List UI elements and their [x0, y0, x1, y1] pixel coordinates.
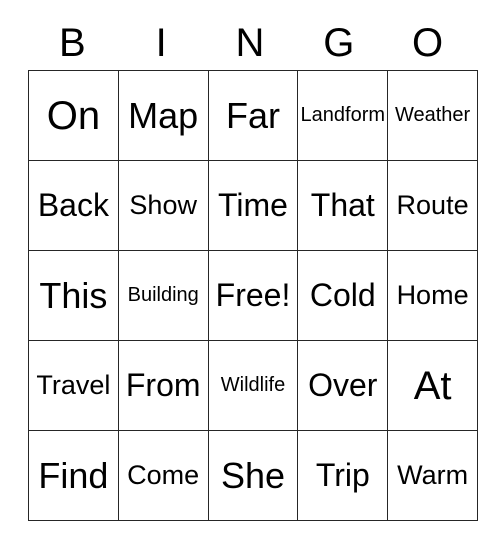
bingo-cell-free[interactable]: Free! [207, 250, 299, 341]
bingo-cell[interactable]: This [28, 250, 119, 341]
bingo-cell[interactable]: Find [28, 430, 119, 521]
bingo-cell-label: Cold [309, 276, 376, 313]
bingo-cell-label: Back [37, 186, 109, 223]
bingo-cell-label: Travel [36, 370, 111, 401]
bingo-cell-label: Route [396, 190, 469, 221]
header-letter-g: G [323, 21, 355, 65]
bingo-cell[interactable]: Over [297, 340, 389, 431]
bingo-cell-label: She [220, 454, 286, 496]
bingo-cell[interactable]: Building [117, 250, 209, 341]
bingo-cell-label: Come [127, 460, 200, 491]
bingo-cell[interactable]: From [117, 340, 209, 431]
bingo-cell[interactable]: At [387, 340, 478, 431]
bingo-cell[interactable]: Show [117, 160, 209, 251]
bingo-cell[interactable]: Warm [387, 430, 478, 521]
bingo-cell[interactable]: Wildlife [207, 340, 299, 431]
header-letter-i: I [155, 21, 167, 65]
bingo-cell-label: Wildlife [220, 374, 286, 396]
bingo-row: This Building Free! Cold Home [28, 250, 478, 341]
bingo-cell-label: Map [128, 94, 199, 136]
bingo-cell-label: Time [218, 186, 288, 223]
bingo-cell[interactable]: Cold [297, 250, 389, 341]
bingo-cell[interactable]: Time [207, 160, 299, 251]
bingo-cell[interactable]: Trip [297, 430, 389, 521]
bingo-row: Find Come She Trip Warm [28, 430, 478, 521]
bingo-row: On Map Far Landform Weather [28, 70, 478, 161]
bingo-cell-label: On [46, 93, 101, 138]
bingo-cell[interactable]: Map [117, 70, 209, 161]
bingo-cell[interactable]: Weather [387, 70, 478, 161]
bingo-cell-label: Landform [300, 104, 386, 126]
bingo-cell[interactable]: Far [207, 70, 299, 161]
header-letter-o: O [412, 21, 444, 65]
bingo-header-row: B I N G O [28, 16, 472, 70]
bingo-cell-label: Over [308, 366, 378, 403]
bingo-cell[interactable]: Come [117, 430, 209, 521]
bingo-cell[interactable]: That [297, 160, 389, 251]
bingo-cell[interactable]: Landform [297, 70, 389, 161]
bingo-cell-label: Show [129, 190, 197, 221]
bingo-card: B I N G O On Map Far Landform Weather Ba… [28, 16, 478, 521]
bingo-cell-label: Warm [397, 460, 469, 491]
bingo-cell[interactable]: She [207, 430, 299, 521]
bingo-cell-label: Find [38, 454, 109, 496]
header-letter-b: B [59, 21, 86, 65]
bingo-cell-label: Trip [315, 456, 370, 493]
bingo-cell-label: This [39, 274, 108, 316]
bingo-row: Travel From Wildlife Over At [28, 340, 478, 431]
bingo-cell[interactable]: Travel [28, 340, 119, 431]
bingo-grid: On Map Far Landform Weather Back Show Ti… [28, 70, 478, 521]
bingo-cell-label: Building [127, 284, 199, 306]
bingo-cell[interactable]: Back [28, 160, 119, 251]
bingo-cell[interactable]: On [28, 70, 119, 161]
bingo-cell[interactable]: Home [387, 250, 478, 341]
bingo-row: Back Show Time That Route [28, 160, 478, 251]
bingo-cell-label: Far [225, 94, 280, 136]
header-letter-n: N [235, 21, 265, 65]
bingo-cell-label: At [413, 363, 452, 408]
bingo-cell-label-free: Free! [215, 276, 291, 313]
bingo-cell-label: Weather [394, 104, 471, 126]
bingo-cell-label: From [125, 366, 201, 403]
bingo-cell-label: That [310, 186, 375, 223]
bingo-cell-label: Home [396, 280, 469, 311]
bingo-cell[interactable]: Route [387, 160, 478, 251]
